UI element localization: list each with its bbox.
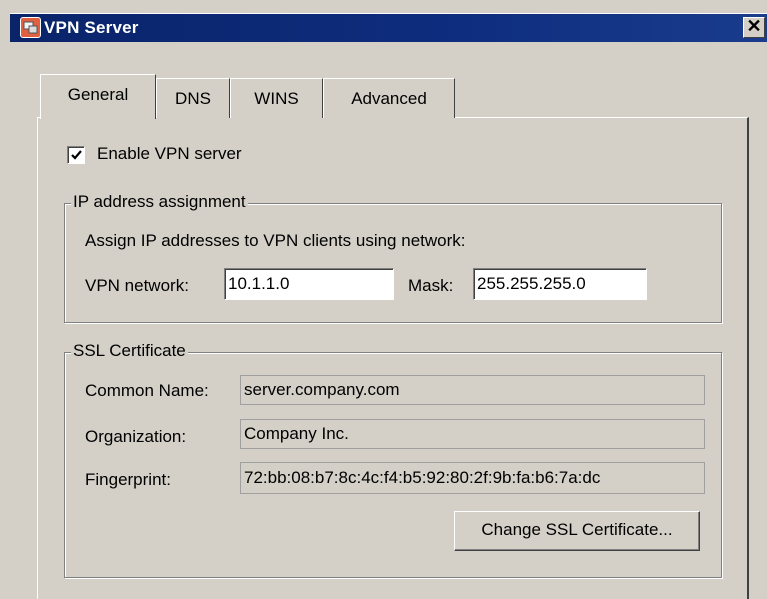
tab-wins-label: WINS (254, 89, 299, 108)
ip-assignment-title: IP address assignment (71, 192, 248, 212)
enable-vpn-checkbox[interactable] (67, 146, 85, 164)
fingerprint-field: 72:bb:08:b7:8c:4c:f4:b5:92:80:2f:9b:fa:b… (240, 462, 705, 494)
ip-assignment-description: Assign IP addresses to VPN clients using… (85, 231, 466, 250)
tab-advanced[interactable]: Advanced (323, 78, 455, 118)
fingerprint-label: Fingerprint: (85, 470, 171, 489)
organization-label: Organization: (85, 427, 187, 446)
vpn-server-dialog: VPN Server ✕ General DNS WINS Advanced E… (0, 0, 767, 599)
common-name-label: Common Name: (85, 381, 209, 400)
tab-wins[interactable]: WINS (230, 78, 323, 118)
tab-dns[interactable]: DNS (156, 78, 230, 118)
close-button[interactable]: ✕ (743, 17, 765, 38)
ssl-certificate-title: SSL Certificate (71, 341, 188, 361)
change-ssl-certificate-button[interactable]: Change SSL Certificate... (454, 511, 700, 551)
window-title: VPN Server (44, 18, 139, 37)
vpn-network-input[interactable]: 10.1.1.0 (224, 268, 394, 300)
ip-assignment-group: IP address assignment (64, 192, 722, 323)
title-bar[interactable]: VPN Server ✕ (10, 13, 767, 42)
enable-vpn-label: Enable VPN server (97, 144, 242, 163)
tab-advanced-label: Advanced (351, 89, 427, 108)
organization-field: Company Inc. (240, 419, 705, 449)
tab-general-label: General (67, 85, 129, 104)
common-name-field: server.company.com (240, 375, 705, 405)
mask-input[interactable]: 255.255.255.0 (473, 268, 647, 300)
checkmark-icon (71, 150, 82, 160)
vpn-server-icon (20, 17, 41, 38)
mask-label: Mask: (408, 276, 454, 295)
tab-general[interactable]: General (40, 74, 156, 119)
tab-dns-label: DNS (175, 89, 211, 108)
close-icon: ✕ (746, 16, 762, 36)
vpn-network-label: VPN network: (85, 276, 189, 295)
